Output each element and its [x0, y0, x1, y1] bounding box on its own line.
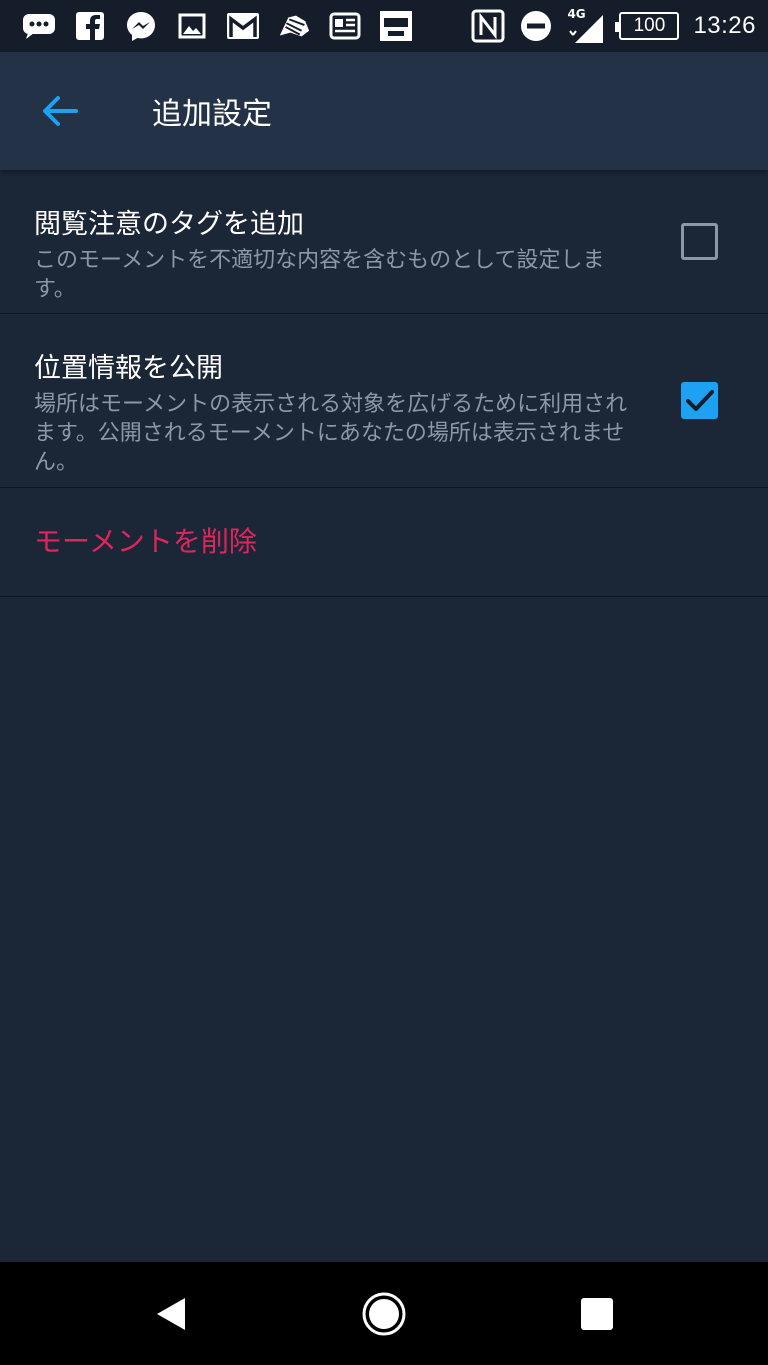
facebook-icon: [73, 9, 107, 43]
nav-recents-button[interactable]: [571, 1288, 623, 1340]
image-icon: [175, 9, 209, 43]
back-button[interactable]: [30, 81, 90, 141]
sensitive-tag-setting[interactable]: 閲覧注意のタグを追加 このモーメントを不適切な内容を含むものとして設定します。: [0, 170, 768, 314]
cell-signal-icon: 4G: [567, 7, 605, 43]
setting-description: 場所はモーメントの表示される対象を広げるために利用されます。公開されるモーメント…: [34, 392, 628, 475]
system-icons: 4G 100 13:26: [471, 7, 756, 43]
triangle-back-icon: [157, 1298, 185, 1330]
do-not-disturb-icon: [519, 9, 553, 43]
messenger-icon: [124, 9, 158, 43]
zebra-icon: [277, 9, 311, 43]
setting-description: このモーメントを不適切な内容を含むものとして設定します。: [34, 248, 605, 302]
app-bar: 追加設定: [0, 52, 768, 170]
delete-moment-button[interactable]: モーメントを削除: [34, 524, 638, 560]
news-icon: [328, 9, 362, 43]
share-location-checkbox[interactable]: [681, 382, 718, 419]
page-title: 追加設定: [152, 97, 272, 132]
sensitive-tag-checkbox[interactable]: [681, 223, 718, 260]
share-location-setting[interactable]: 位置情報を公開 場所はモーメントの表示される対象を広げるために利用されます。公開…: [0, 314, 768, 488]
screen: 4G 100 13:26 追加設定 閲覧注意のタグを追加 このモーメントを不適切…: [0, 0, 768, 1365]
setting-title: 位置情報を公開: [34, 353, 223, 384]
nfc-icon: [471, 9, 505, 43]
rikunabi-app-icon: [379, 9, 413, 43]
chat-bubble-icon: [22, 9, 56, 43]
circle-home-icon: [362, 1292, 406, 1336]
checkmark-icon: [685, 389, 714, 411]
arrow-left-icon: [43, 96, 78, 126]
gmail-icon: [226, 9, 260, 43]
status-bar: 4G 100 13:26: [0, 0, 768, 52]
notification-icons: [22, 9, 413, 43]
delete-moment-row: モーメントを削除: [0, 488, 768, 597]
battery-icon: 100: [615, 12, 680, 40]
settings-list: 閲覧注意のタグを追加 このモーメントを不適切な内容を含むものとして設定します。 …: [0, 170, 768, 597]
setting-title: 閲覧注意のタグを追加: [34, 209, 304, 240]
nav-home-button[interactable]: [358, 1288, 410, 1340]
navigation-bar: [0, 1262, 768, 1365]
square-recents-icon: [581, 1298, 613, 1330]
battery-level: 100: [633, 15, 666, 36]
clock: 13:26: [693, 12, 756, 39]
nav-back-button[interactable]: [145, 1288, 197, 1340]
